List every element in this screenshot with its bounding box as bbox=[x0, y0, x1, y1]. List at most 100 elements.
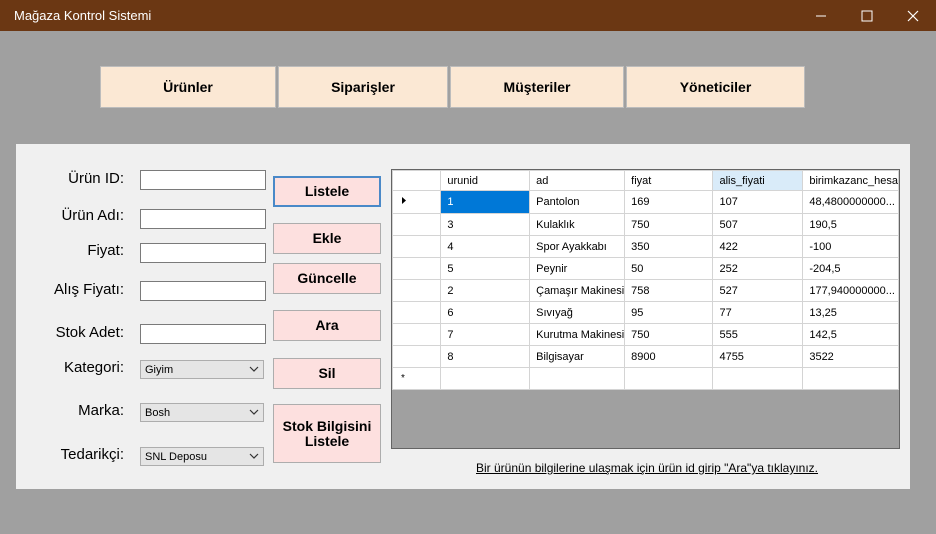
table-cell[interactable]: 4755 bbox=[712, 345, 804, 368]
ara-button[interactable]: Ara bbox=[273, 310, 381, 341]
alis-fiyati-input[interactable] bbox=[140, 281, 266, 301]
table-cell[interactable]: 350 bbox=[624, 235, 714, 258]
table-row[interactable]: 7 Kurutma Makinesi 750 555 142,5 bbox=[392, 323, 899, 346]
table-cell[interactable]: Spor Ayakkabı bbox=[529, 235, 626, 258]
table-cell[interactable]: 177,940000000... bbox=[802, 279, 899, 302]
close-button[interactable] bbox=[890, 0, 936, 31]
table-cell[interactable] bbox=[802, 367, 899, 390]
table-row[interactable]: 2 Çamaşır Makinesi 758 527 177,940000000… bbox=[392, 279, 899, 302]
title-bar: Mağaza Kontrol Sistemi bbox=[0, 0, 936, 31]
maximize-button[interactable] bbox=[844, 0, 890, 31]
nav-musteriler-button[interactable]: Müşteriler bbox=[450, 66, 624, 108]
listele-button[interactable]: Listele bbox=[273, 176, 381, 207]
table-row[interactable]: 4 Spor Ayakkabı 350 422 -100 bbox=[392, 235, 899, 258]
table-cell[interactable]: Kurutma Makinesi bbox=[529, 323, 626, 346]
column-header-birimkazanc[interactable]: birimkazanc_hesa bbox=[802, 170, 899, 191]
table-cell[interactable]: Sıvıyağ bbox=[529, 301, 626, 324]
table-cell[interactable]: 8900 bbox=[624, 345, 714, 368]
table-cell[interactable]: 527 bbox=[712, 279, 804, 302]
products-datagrid[interactable]: urunid ad fiyat alis_fiyati birimkazanc_… bbox=[391, 169, 900, 449]
table-cell[interactable]: -100 bbox=[802, 235, 899, 258]
main-client-area: Ürünler Siparişler Müşteriler Yöneticile… bbox=[4, 31, 932, 530]
table-cell[interactable]: 50 bbox=[624, 257, 714, 280]
nav-urunler-button[interactable]: Ürünler bbox=[100, 66, 276, 108]
column-header-urunid[interactable]: urunid bbox=[440, 170, 531, 191]
table-cell[interactable]: Bilgisayar bbox=[529, 345, 626, 368]
table-cell[interactable]: 2 bbox=[440, 279, 531, 302]
new-row-header[interactable]: * bbox=[392, 367, 442, 390]
table-row[interactable]: 6 Sıvıyağ 95 77 13,25 bbox=[392, 301, 899, 324]
chevron-down-icon bbox=[249, 453, 259, 459]
row-header[interactable] bbox=[392, 301, 442, 324]
table-cell[interactable]: 6 bbox=[440, 301, 531, 324]
stok-bilgisi-listele-button[interactable]: Stok Bilgisini Listele bbox=[273, 404, 381, 463]
table-row[interactable]: 1 Pantolon 169 107 48,4800000000... bbox=[392, 190, 899, 214]
table-cell[interactable]: Pantolon bbox=[529, 190, 626, 214]
urun-id-input[interactable] bbox=[140, 170, 266, 190]
column-header-fiyat[interactable]: fiyat bbox=[624, 170, 714, 191]
column-header-alis-fiyati[interactable]: alis_fiyati bbox=[712, 170, 804, 191]
table-cell[interactable]: 95 bbox=[624, 301, 714, 324]
table-cell[interactable] bbox=[712, 367, 804, 390]
marka-combobox[interactable]: Bosh bbox=[140, 403, 264, 422]
nav-yoneticiler-button[interactable]: Yöneticiler bbox=[626, 66, 805, 108]
tedarikci-combobox[interactable]: SNL Deposu bbox=[140, 447, 264, 466]
search-hint-link[interactable]: Bir ürünün bilgilerine ulaşmak için ürün… bbox=[476, 461, 818, 475]
table-cell[interactable]: 13,25 bbox=[802, 301, 899, 324]
new-row[interactable]: * bbox=[392, 367, 899, 390]
row-header[interactable] bbox=[392, 323, 442, 346]
fiyat-input[interactable] bbox=[140, 243, 266, 263]
marka-value: Bosh bbox=[145, 407, 171, 419]
sil-button[interactable]: Sil bbox=[273, 358, 381, 389]
row-header[interactable] bbox=[392, 190, 442, 214]
table-cell[interactable]: 507 bbox=[712, 213, 804, 236]
chevron-down-icon bbox=[249, 409, 259, 415]
column-header-ad[interactable]: ad bbox=[529, 170, 626, 191]
table-row[interactable]: 8 Bilgisayar 8900 4755 3522 bbox=[392, 345, 899, 368]
table-cell[interactable]: 142,5 bbox=[802, 323, 899, 346]
table-row[interactable]: 5 Peynir 50 252 -204,5 bbox=[392, 257, 899, 280]
nav-siparisler-button[interactable]: Siparişler bbox=[278, 66, 448, 108]
table-cell[interactable]: 422 bbox=[712, 235, 804, 258]
table-cell[interactable] bbox=[624, 367, 714, 390]
row-header[interactable] bbox=[392, 257, 442, 280]
table-cell[interactable]: 169 bbox=[624, 190, 714, 214]
kategori-combobox[interactable]: Giyim bbox=[140, 360, 264, 379]
stok-adet-input[interactable] bbox=[140, 324, 266, 344]
guncelle-button[interactable]: Güncelle bbox=[273, 263, 381, 294]
table-cell[interactable]: 3522 bbox=[802, 345, 899, 368]
table-cell[interactable]: 750 bbox=[624, 213, 714, 236]
table-cell[interactable]: 252 bbox=[712, 257, 804, 280]
row-header[interactable] bbox=[392, 213, 442, 236]
table-cell[interactable]: 758 bbox=[624, 279, 714, 302]
table-cell[interactable]: 7 bbox=[440, 323, 531, 346]
table-cell[interactable]: Kulaklık bbox=[529, 213, 626, 236]
table-cell[interactable]: 107 bbox=[712, 190, 804, 214]
table-cell[interactable]: 8 bbox=[440, 345, 531, 368]
table-cell[interactable]: Peynir bbox=[529, 257, 626, 280]
table-row[interactable]: 3 Kulaklık 750 507 190,5 bbox=[392, 213, 899, 236]
row-header[interactable] bbox=[392, 345, 442, 368]
product-panel: Ürün ID: Ürün Adı: Fiyat: Alış Fiyatı: S… bbox=[16, 144, 910, 489]
table-cell[interactable] bbox=[529, 367, 626, 390]
table-cell[interactable]: Çamaşır Makinesi bbox=[529, 279, 626, 302]
row-header[interactable] bbox=[392, 279, 442, 302]
table-cell[interactable]: -204,5 bbox=[802, 257, 899, 280]
minimize-button[interactable] bbox=[798, 0, 844, 31]
table-cell[interactable] bbox=[440, 367, 531, 390]
table-cell[interactable]: 3 bbox=[440, 213, 531, 236]
maximize-icon bbox=[861, 10, 873, 21]
table-cell[interactable]: 5 bbox=[440, 257, 531, 280]
table-cell[interactable]: 77 bbox=[712, 301, 804, 324]
table-cell[interactable]: 4 bbox=[440, 235, 531, 258]
table-cell[interactable]: 48,4800000000... bbox=[802, 190, 899, 214]
urun-adi-input[interactable] bbox=[140, 209, 266, 229]
table-cell[interactable]: 1 bbox=[440, 190, 531, 214]
table-cell[interactable]: 555 bbox=[712, 323, 804, 346]
row-header[interactable] bbox=[392, 235, 442, 258]
ekle-button[interactable]: Ekle bbox=[273, 223, 381, 254]
stok-adet-label: Stok Adet: bbox=[55, 324, 124, 341]
kategori-label: Kategori: bbox=[63, 359, 124, 376]
table-cell[interactable]: 750 bbox=[624, 323, 714, 346]
table-cell[interactable]: 190,5 bbox=[802, 213, 899, 236]
